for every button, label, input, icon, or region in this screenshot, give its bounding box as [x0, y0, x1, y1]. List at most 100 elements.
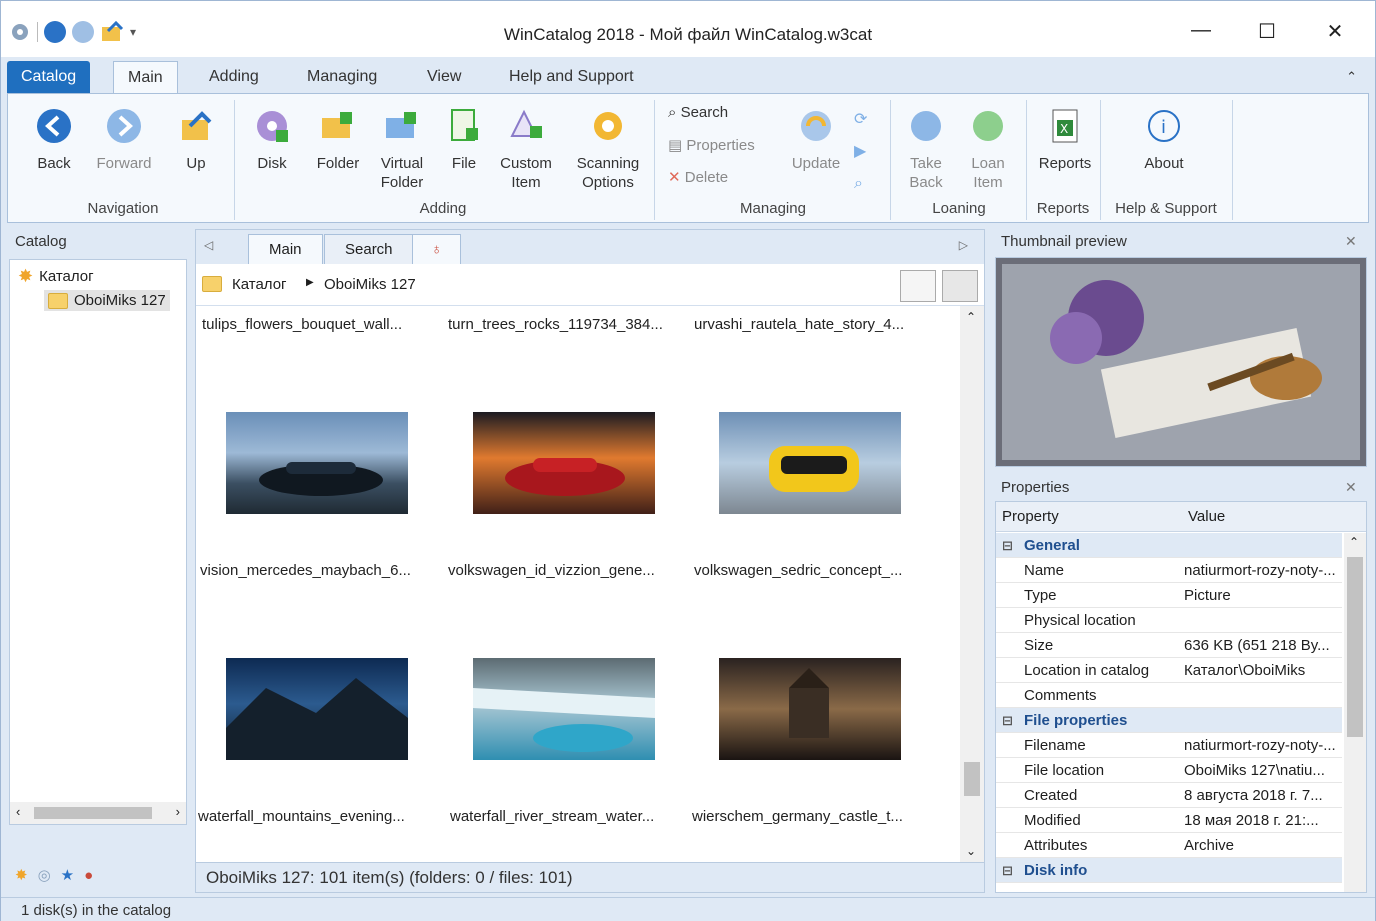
play-icon[interactable]: ▶	[854, 136, 878, 168]
item-caption-6[interactable]: volkswagen_sedric_concept_...	[694, 562, 902, 579]
thumb-castle[interactable]	[719, 658, 901, 760]
virtual-folder-icon	[384, 108, 420, 144]
forward-button[interactable]: Forward	[94, 108, 154, 173]
svg-text:i: i	[1161, 117, 1166, 138]
catalog-tab-icon[interactable]: ✸	[15, 866, 28, 884]
thumb-waterfall-river[interactable]	[473, 658, 655, 760]
collapse-icon[interactable]: ⊟	[1002, 858, 1013, 883]
reports-button[interactable]: X Reports	[1032, 108, 1098, 173]
prop-row[interactable]: Name natiurmort-rozy-noty-...	[996, 558, 1342, 583]
scroll-thumb[interactable]	[34, 807, 152, 819]
category-general[interactable]: ⊟ General	[996, 533, 1342, 558]
thumb-maybach[interactable]	[226, 412, 408, 514]
tabs-scroll-left-icon[interactable]: ◁	[204, 238, 213, 252]
prop-row[interactable]: Size 636 KB (651 218 By...	[996, 633, 1342, 658]
search-icon: ⌕	[668, 104, 677, 121]
item-caption-4[interactable]: vision_mercedes_maybach_6...	[200, 562, 411, 579]
doc-tab-search[interactable]: Search	[324, 234, 414, 264]
doc-tab-main[interactable]: Main	[248, 234, 323, 264]
item-caption-1[interactable]: tulips_flowers_bouquet_wall...	[202, 316, 402, 333]
disks-tab-icon[interactable]: ◎	[38, 866, 51, 884]
delete-button[interactable]: ✕ Delete	[668, 168, 728, 186]
properties-button[interactable]: ▤ Properties	[668, 136, 755, 154]
items-scroll-thumb[interactable]	[964, 762, 980, 796]
favorites-tab-icon[interactable]: ★	[61, 866, 74, 884]
props-scroll-up-icon[interactable]: ⌃	[1349, 535, 1359, 549]
about-button[interactable]: i About	[1134, 108, 1194, 173]
add-custom-item-button[interactable]: Custom Item	[496, 108, 556, 192]
item-caption-3[interactable]: urvashi_rautela_hate_story_4...	[694, 316, 904, 333]
breadcrumb-root[interactable]: Каталог	[232, 276, 287, 293]
scanning-options-button[interactable]: Scanning Options	[570, 108, 646, 192]
prop-row[interactable]: Modified 18 мая 2018 г. 21:...	[996, 808, 1342, 833]
prop-row[interactable]: Attributes Archive	[996, 833, 1342, 858]
prop-row[interactable]: Type Picture	[996, 583, 1342, 608]
tags-tab-icon[interactable]: ●	[84, 867, 93, 884]
item-caption-9[interactable]: wierschem_germany_castle_t...	[692, 808, 903, 825]
add-disk-button[interactable]: Disk	[242, 108, 302, 173]
doc-tab-new[interactable]: ♁	[412, 234, 462, 264]
col-property[interactable]: Property	[1002, 502, 1059, 532]
breadcrumb-child[interactable]: OboiMiks 127	[324, 276, 416, 293]
add-folder-button[interactable]: Folder	[308, 108, 368, 173]
tab-managing[interactable]: Managing	[293, 61, 391, 93]
properties-vscroll[interactable]: ⌃	[1344, 533, 1366, 892]
search-button[interactable]: ⌕ Search	[668, 104, 728, 121]
item-caption-8[interactable]: waterfall_river_stream_water...	[450, 808, 654, 825]
props-scroll-thumb[interactable]	[1347, 557, 1363, 737]
add-file-button[interactable]: File	[434, 108, 494, 173]
update-button[interactable]: Update	[786, 108, 846, 173]
tab-view[interactable]: View	[413, 61, 475, 93]
view-mode-list-icon[interactable]	[900, 270, 936, 302]
up-label: Up	[186, 155, 206, 172]
collapse-icon[interactable]: ⊟	[1002, 708, 1013, 733]
close-thumbnail-panel-icon[interactable]: ✕	[1345, 233, 1357, 250]
maximize-button[interactable]: ☐	[1247, 19, 1287, 44]
tab-help-support[interactable]: Help and Support	[495, 61, 648, 93]
tabs-scroll-right-icon[interactable]: ▷	[959, 238, 968, 252]
find-icon[interactable]: ⌕	[854, 168, 878, 200]
thumb-sedric[interactable]	[719, 412, 901, 514]
scroll-left-icon[interactable]: ‹	[16, 804, 20, 819]
prop-row[interactable]: Physical location	[996, 608, 1342, 633]
refresh-icon[interactable]: ⟳	[854, 104, 878, 136]
close-button[interactable]: ✕	[1315, 19, 1355, 44]
col-value[interactable]: Value	[1188, 502, 1225, 532]
prop-row[interactable]: Location in catalog Каталог\OboiMiks	[996, 658, 1342, 683]
tab-catalog[interactable]: Catalog	[7, 61, 91, 93]
tree-item-root[interactable]: ✸ Каталог	[18, 266, 94, 287]
scroll-up-icon[interactable]: ⌃	[966, 310, 976, 324]
collapse-ribbon-icon[interactable]: ⌃	[1346, 69, 1357, 85]
view-mode-preview-icon[interactable]	[942, 270, 978, 302]
scroll-down-icon[interactable]: ⌄	[966, 844, 976, 858]
category-general-label: General	[1024, 537, 1080, 554]
items-vscroll[interactable]: ⌃ ⌄	[960, 306, 984, 862]
category-disk-info[interactable]: ⊟ Disk info	[996, 858, 1342, 883]
prop-row[interactable]: Filename natiurmort-rozy-noty-...	[996, 733, 1342, 758]
prop-row[interactable]: File location OboiMiks 127\natiu...	[996, 758, 1342, 783]
tab-main[interactable]: Main	[113, 61, 178, 93]
collapse-icon[interactable]: ⊟	[1002, 533, 1013, 558]
back-button[interactable]: Back	[24, 108, 84, 173]
loan-item-button[interactable]: Loan Item	[958, 108, 1018, 192]
prop-row[interactable]: Created 8 августа 2018 г. 7...	[996, 783, 1342, 808]
item-caption-5[interactable]: volkswagen_id_vizzion_gene...	[448, 562, 655, 579]
item-caption-7[interactable]: waterfall_mountains_evening...	[198, 808, 405, 825]
item-caption-2[interactable]: turn_trees_rocks_119734_384...	[448, 316, 663, 333]
up-button[interactable]: Up	[166, 108, 226, 173]
category-file-properties[interactable]: ⊟ File properties	[996, 708, 1342, 733]
minimize-button[interactable]: —	[1181, 19, 1221, 42]
prop-row[interactable]: Comments	[996, 683, 1342, 708]
take-back-button[interactable]: Take Back	[896, 108, 956, 192]
add-virtual-folder-button[interactable]: Virtual Folder	[372, 108, 432, 192]
tab-adding[interactable]: Adding	[195, 61, 273, 93]
catalog-star-icon: ✸	[18, 266, 34, 286]
take-back-label-1: Take	[910, 155, 942, 172]
scroll-right-icon[interactable]: ›	[176, 804, 180, 819]
tree-item-oboimiks[interactable]: OboiMiks 127	[44, 290, 170, 311]
prop-key: Name	[1024, 562, 1065, 579]
thumb-waterfall-evening[interactable]	[226, 658, 408, 760]
close-properties-panel-icon[interactable]: ✕	[1345, 479, 1357, 496]
tree-hscroll[interactable]: ‹ ›	[10, 802, 186, 824]
thumb-vizzion[interactable]	[473, 412, 655, 514]
